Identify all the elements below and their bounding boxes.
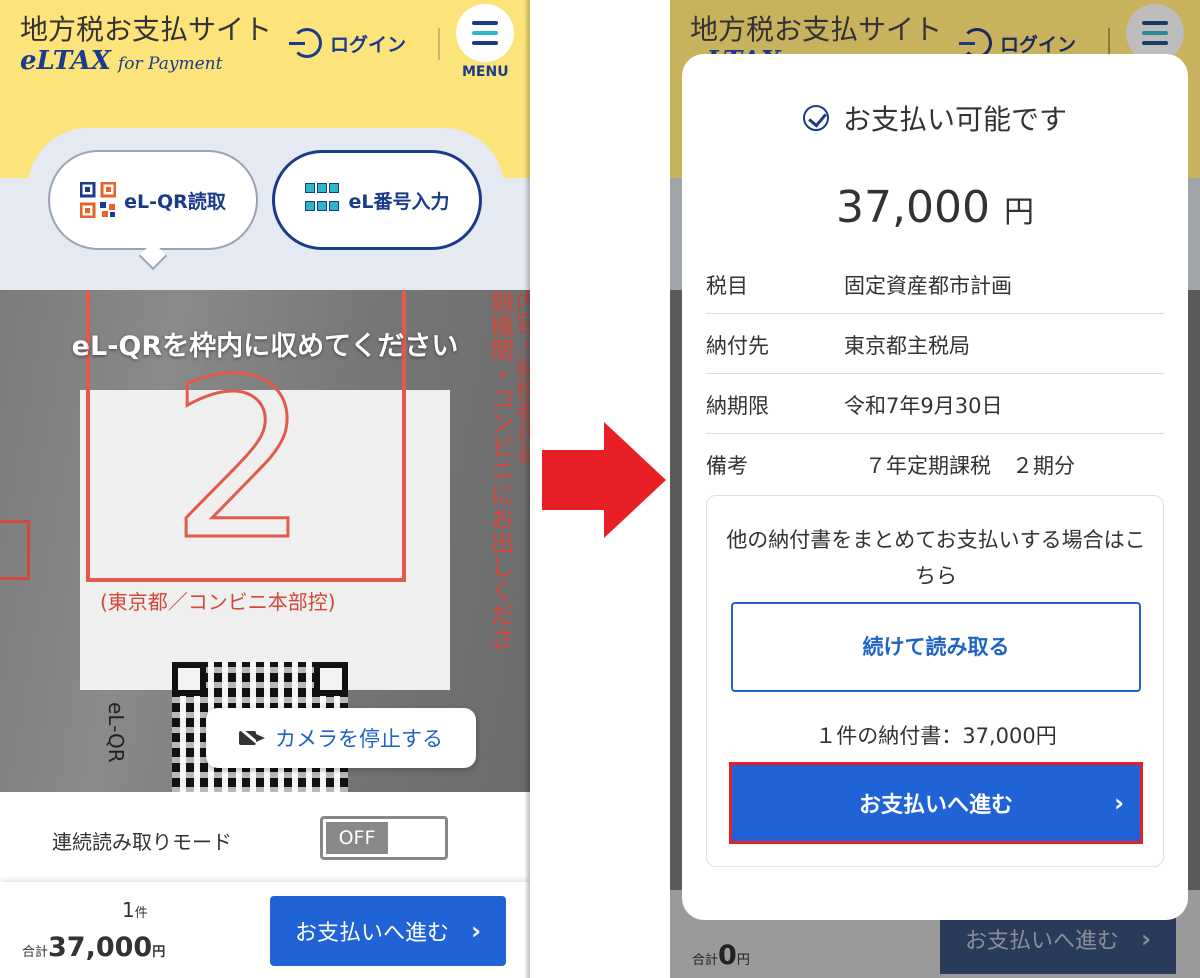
info-row-tax-item: 税目 固定資産都市計画 xyxy=(706,254,1164,314)
login-link[interactable]: ログイン xyxy=(289,28,407,58)
hamburger-icon xyxy=(472,21,498,25)
proceed-payment-button[interactable]: お支払いへ進む › xyxy=(729,762,1143,844)
payment-status: お支払い可能です xyxy=(682,98,1188,138)
tab-el-qr-label: eL-QR読取 xyxy=(124,190,226,213)
keypad-icon xyxy=(304,183,341,217)
site-title: 地方税お支払サイト xyxy=(690,13,943,46)
transition-arrow-icon xyxy=(542,422,666,538)
item-count: 1件 xyxy=(122,898,148,922)
chevron-right-icon: › xyxy=(1114,789,1124,817)
proceed-payment-button[interactable]: お支払いへ進む › xyxy=(270,896,506,966)
paper-form-line xyxy=(0,520,30,580)
paper-red-text: (東京都／コンビニ本部控) xyxy=(100,590,336,614)
continuous-mode-label: 連続読み取りモード xyxy=(52,830,232,854)
menu-button[interactable] xyxy=(456,4,514,62)
chevron-right-icon: › xyxy=(1141,925,1151,953)
camera-view[interactable]: 2 (東京都／コンビニ本部控) 融機関・コンビニにお出しくださ 内容・納税者氏名… xyxy=(0,290,530,792)
info-row-remarks: 備考 ７年定期課税 ２期分 xyxy=(706,454,1075,478)
tab-el-qr-read[interactable]: eL-QR読取 xyxy=(48,150,258,250)
header-divider xyxy=(438,28,440,60)
left-screen: 地方税お支払サイト eLTAX for Payment ログイン MENU eL… xyxy=(0,0,530,978)
continuous-mode-toggle[interactable]: OFF xyxy=(320,816,448,860)
multi-payment-box: 他の納付書をまとめてお支払いする場合はこちら 続けて読み取る １件の納付書：37… xyxy=(706,495,1164,867)
right-screen: 地方税お支払サイト eLTAX ログイン 合計0円 お支払いへ進む › お支払い… xyxy=(670,0,1200,978)
site-title: 地方税お支払サイト xyxy=(20,13,273,46)
menu-label: MENU xyxy=(462,64,509,80)
total-amount: 合計37,000円 xyxy=(22,932,166,963)
login-icon xyxy=(289,28,322,58)
eltax-logo[interactable]: eLTAX for Payment xyxy=(20,46,222,76)
hamburger-icon xyxy=(1142,21,1168,25)
stop-camera-label: カメラを停止する xyxy=(275,727,443,751)
payment-status-label: お支払い可能です xyxy=(842,103,1067,136)
multi-payment-text: 他の納付書をまとめてお支払いする場合はこちら xyxy=(726,528,1146,588)
chevron-right-icon: › xyxy=(471,917,481,945)
slip-count-summary: １件の納付書：37,000円 xyxy=(815,724,1057,748)
login-label: ログイン xyxy=(330,33,407,56)
paper-qr-label: eL-QR xyxy=(104,702,128,763)
payment-footer: 1件 合計37,000円 お支払いへ進む › xyxy=(0,882,530,978)
proceed-payment-label: お支払いへ進む xyxy=(295,921,450,946)
toggle-state: OFF xyxy=(326,822,388,854)
camera-off-icon xyxy=(239,727,265,750)
logo-main: eLTAX xyxy=(20,46,111,76)
proceed-payment-label: お支払いへ進む xyxy=(858,793,1013,818)
tab-el-number-label: eL番号入力 xyxy=(348,190,450,213)
continue-scan-button[interactable]: 続けて読み取る xyxy=(731,602,1141,692)
payment-amount: 37,000 円 xyxy=(836,182,1034,233)
qr-code-icon xyxy=(79,181,117,219)
total-amount: 合計0円 xyxy=(692,940,750,971)
tab-el-number-input[interactable]: eL番号入力 xyxy=(272,150,482,250)
scan-instruction: eL-QRを枠内に収めてください xyxy=(71,331,459,362)
info-row-payee: 納付先 東京都主税局 xyxy=(706,314,1164,374)
info-row-due-date: 納期限 令和7年9月30日 xyxy=(706,374,1164,434)
payment-confirm-modal: お支払い可能です 37,000 円 税目 固定資産都市計画 納付先 東京都主税局… xyxy=(682,54,1188,920)
paper-digit: 2 xyxy=(169,332,312,588)
logo-sub: for Payment xyxy=(117,54,223,74)
check-circle-icon xyxy=(802,105,829,131)
stop-camera-button[interactable]: カメラを停止する xyxy=(206,708,476,768)
continuous-mode-row: 連続読み取りモード OFF xyxy=(0,792,530,882)
